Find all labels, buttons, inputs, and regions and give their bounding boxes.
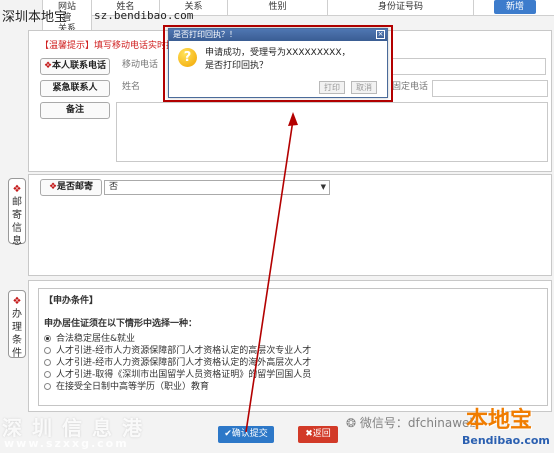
radio-checked-icon[interactable] xyxy=(44,335,51,342)
cond-tab-char-3: 条 xyxy=(12,335,22,346)
conditions-header: 【申办条件】 xyxy=(44,296,99,306)
condition-option-text: 在接受全日制中高等学历（职业）教育 xyxy=(56,382,210,392)
close-icon[interactable]: × xyxy=(376,30,385,39)
col-gender: 性别 xyxy=(228,0,328,16)
watermark-top-left: 深圳本地宝 xyxy=(2,10,68,25)
is-mail-label: ❖是否邮寄 xyxy=(40,179,102,196)
print-button[interactable]: 打印 xyxy=(319,81,345,94)
is-mail-value: 否 xyxy=(109,182,119,192)
logo-cn-text: 本地宝 xyxy=(466,408,533,433)
mail-tab-char-1: 邮 xyxy=(12,197,22,208)
cond-tab-char-1: 办 xyxy=(12,309,22,320)
add-relative-button[interactable]: 新增 xyxy=(494,0,536,14)
condition-option[interactable]: 在接受全日制中高等学历（职业）教育 xyxy=(44,379,209,392)
own-phone-label-text: 本人联系电话 xyxy=(52,61,107,71)
is-mail-select[interactable]: 否 ▼ xyxy=(104,180,330,195)
dialog-message: 申请成功，受理号为XXXXXXXXX， 是否打印回执？ xyxy=(205,47,351,73)
own-phone-label: ❖本人联系电话 xyxy=(40,58,110,75)
required-icon: ❖ xyxy=(48,182,58,192)
watermark-bottom-url: www.szxxg.com xyxy=(4,437,129,450)
is-mail-label-text: 是否邮寄 xyxy=(57,182,94,192)
own-phone-extra-input[interactable] xyxy=(392,58,546,75)
dialog-title: 是否打印回执？！ xyxy=(169,29,387,41)
mail-tab-char-4: 息 xyxy=(12,236,22,247)
dialog-message-line1: 申请成功，受理号为XXXXXXXXX， xyxy=(205,48,351,58)
print-receipt-dialog: 是否打印回执？！ × ? 申请成功，受理号为XXXXXXXXX， 是否打印回执？… xyxy=(168,28,388,98)
mail-info-tab: ❖ 邮 寄 信 息 xyxy=(8,178,26,247)
wechat-icon: ❂ xyxy=(346,416,357,430)
cond-tab-char-4: 件 xyxy=(12,348,22,359)
radio-icon[interactable] xyxy=(44,371,51,378)
emergency-landline-input[interactable]: 固定电话 xyxy=(388,80,430,97)
emergency-contact-label: 紧急联系人 xyxy=(40,80,110,97)
confirm-submit-button[interactable]: ✔确认提交 xyxy=(218,426,274,443)
chevron-down-icon: ▼ xyxy=(320,183,326,191)
mail-tab-char-3: 信 xyxy=(12,223,22,234)
remark-label: 备注 xyxy=(40,102,110,119)
bendibao-logo: 本地宝 Bendibao.com xyxy=(458,400,554,453)
col-id-number: 身份证号码 xyxy=(328,0,474,16)
conditions-tab: ❖ 办 理 条 件 xyxy=(8,290,26,359)
cancel-button[interactable]: 取消 xyxy=(351,81,377,94)
mail-tab-icon: ❖ xyxy=(12,184,22,195)
remark-textarea[interactable] xyxy=(116,102,548,162)
question-icon: ? xyxy=(178,48,197,67)
emergency-landline-field[interactable] xyxy=(432,80,548,97)
radio-icon[interactable] xyxy=(44,347,51,354)
conditions-prompt: 申办居住证须在以下情形中选择一种： xyxy=(44,319,198,329)
cond-tab-char-2: 理 xyxy=(12,322,22,333)
conditions-tab-icon: ❖ xyxy=(12,296,22,307)
logo-en-text: Bendibao.com xyxy=(462,434,550,447)
required-icon: ❖ xyxy=(43,61,53,71)
dialog-message-line2: 是否打印回执？ xyxy=(205,61,269,71)
radio-icon[interactable] xyxy=(44,359,51,366)
radio-icon[interactable] xyxy=(44,383,51,390)
back-button[interactable]: ✖返回 xyxy=(298,426,338,443)
emergency-name-input[interactable]: 姓名 xyxy=(118,80,166,97)
watermark-top-url: sz.bendibao.com xyxy=(94,9,194,22)
mail-tab-char-2: 寄 xyxy=(12,210,22,221)
own-phone-input[interactable]: 移动电话 xyxy=(118,58,164,75)
